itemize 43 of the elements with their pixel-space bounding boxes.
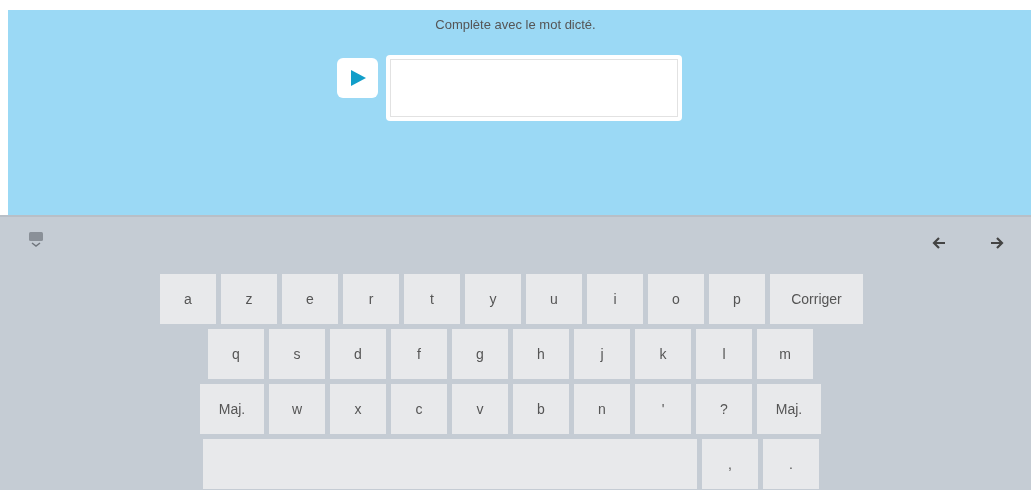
keyboard-key[interactable]: ,: [702, 439, 758, 489]
keyboard-key[interactable]: j: [574, 329, 630, 379]
keyboard-key[interactable]: d: [330, 329, 386, 379]
back-arrow-button[interactable]: [931, 235, 947, 251]
keyboard-key[interactable]: p: [709, 274, 765, 324]
shift-key[interactable]: Maj.: [200, 384, 264, 434]
keyboard-key[interactable]: v: [452, 384, 508, 434]
keyboard-key[interactable]: u: [526, 274, 582, 324]
keyboard-key[interactable]: r: [343, 274, 399, 324]
play-button[interactable]: [337, 57, 378, 98]
keyboard-key[interactable]: h: [513, 329, 569, 379]
keyboard-key[interactable]: i: [587, 274, 643, 324]
keyboard-key[interactable]: c: [391, 384, 447, 434]
keyboard-key[interactable]: ?: [696, 384, 752, 434]
right-arrow-icon: [989, 235, 1005, 251]
keyboard-key[interactable]: e: [282, 274, 338, 324]
instruction-text: Complète avec le mot dicté.: [435, 16, 597, 34]
keyboard-key[interactable]: y: [465, 274, 521, 324]
keyboard-key[interactable]: w: [269, 384, 325, 434]
keyboard-key[interactable]: a: [160, 274, 216, 324]
keyboard-key[interactable]: t: [404, 274, 460, 324]
keyboard-key[interactable]: g: [452, 329, 508, 379]
keyboard-icon: [27, 231, 45, 247]
shift-key[interactable]: Maj.: [757, 384, 821, 434]
keyboard-key[interactable]: o: [648, 274, 704, 324]
keyboard-key[interactable]: m: [757, 329, 813, 379]
hide-keyboard-button[interactable]: [27, 231, 45, 247]
keyboard-key[interactable]: x: [330, 384, 386, 434]
keyboard-key[interactable]: f: [391, 329, 447, 379]
keyboard-key[interactable]: b: [513, 384, 569, 434]
keyboard-key[interactable]: z: [221, 274, 277, 324]
keyboard-key[interactable]: .: [763, 439, 819, 489]
forward-arrow-button[interactable]: [989, 235, 1005, 251]
correct-key[interactable]: Corriger: [770, 274, 863, 324]
keyboard-key[interactable]: k: [635, 329, 691, 379]
keyboard-key[interactable]: q: [208, 329, 264, 379]
keyboard-key[interactable]: ': [635, 384, 691, 434]
keyboard-key[interactable]: n: [574, 384, 630, 434]
left-arrow-icon: [931, 235, 947, 251]
keyboard-key[interactable]: l: [696, 329, 752, 379]
keyboard-key[interactable]: s: [269, 329, 325, 379]
answer-field[interactable]: [386, 54, 682, 121]
play-icon: [348, 68, 367, 87]
